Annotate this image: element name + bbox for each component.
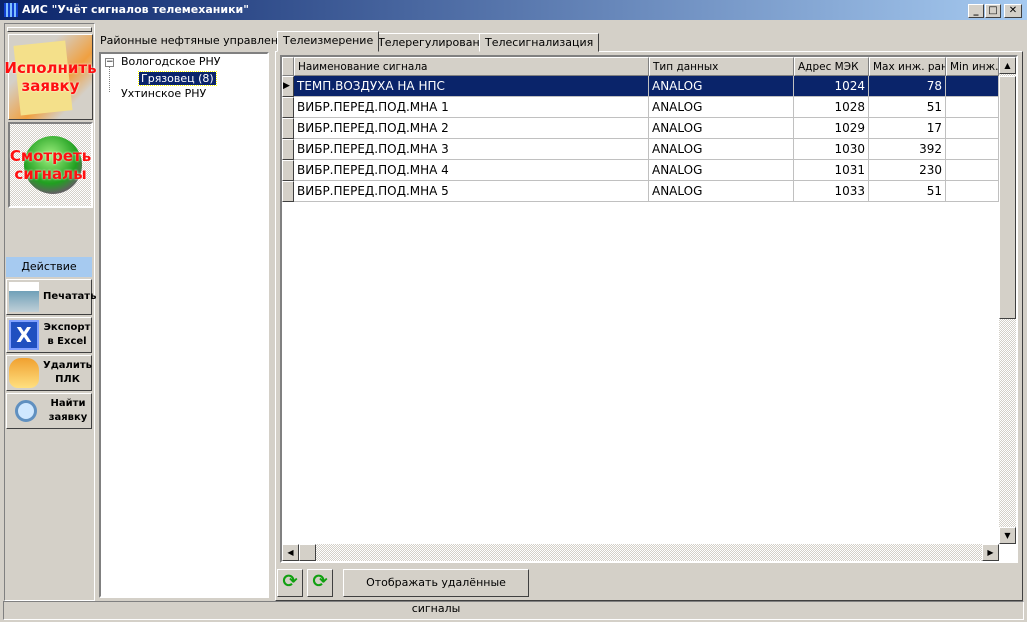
bucket-icon xyxy=(9,358,39,388)
table-cell[interactable]: ВИБР.ПЕРЕД.ПОД.МНА 5 xyxy=(294,181,649,202)
table-cell[interactable]: 1024 xyxy=(794,76,869,97)
export-excel-button[interactable]: X Экспорт в Excel xyxy=(6,317,92,353)
show-deleted-button[interactable]: Отображать удалённые сигналы xyxy=(343,569,529,615)
tab-telemetry[interactable]: Телеизмерение xyxy=(277,31,380,52)
table-cell[interactable]: 1029 xyxy=(794,118,869,139)
table-cell[interactable]: 1031 xyxy=(794,160,869,181)
table-cell[interactable] xyxy=(946,97,999,118)
excel-icon: X xyxy=(9,320,39,350)
printer-icon xyxy=(9,282,39,312)
signals-grid[interactable]: Наименование сигнала Тип данных Адрес МЭК M… xyxy=(280,55,1018,563)
table-cell[interactable]: 1028 xyxy=(794,97,869,118)
column-header[interactable]: Min инж. р xyxy=(946,57,999,76)
magnifier-icon xyxy=(15,400,37,422)
table-cell[interactable]: ANALOG xyxy=(649,160,794,181)
table-cell[interactable]: 230 xyxy=(869,160,946,181)
action-header: Действие xyxy=(6,257,92,277)
hscroll-thumb[interactable] xyxy=(299,544,316,561)
table-cell[interactable] xyxy=(946,139,999,160)
column-header[interactable]: Наименование сигнала xyxy=(294,57,649,76)
region-tree[interactable]: − Вологодское РНУ Грязовец (8) Ухтинское… xyxy=(99,52,269,598)
table-cell[interactable]: 1033 xyxy=(794,181,869,202)
tree-node[interactable]: Вологодское РНУ xyxy=(121,55,220,68)
row-indicator[interactable] xyxy=(282,97,294,118)
app-icon xyxy=(4,3,18,17)
table-cell[interactable]: 51 xyxy=(869,97,946,118)
table-cell[interactable]: 51 xyxy=(869,181,946,202)
refresh-icon: ⟳ xyxy=(312,571,328,592)
delete-plc-button[interactable]: Удалить ПЛК xyxy=(6,355,92,391)
row-indicator[interactable] xyxy=(282,160,294,181)
table-cell[interactable]: ANALOG xyxy=(649,97,794,118)
table-cell[interactable]: ТЕМП.ВОЗДУХА НА НПС xyxy=(294,76,649,97)
status-bar xyxy=(3,601,1024,620)
table-row[interactable]: ВИБР.ПЕРЕД.ПОД.МНА 1 ANALOG 1028 51 xyxy=(282,97,999,118)
find-request-button[interactable]: Найти заявку xyxy=(6,393,92,429)
table-cell[interactable]: ANALOG xyxy=(649,181,794,202)
table-cell[interactable] xyxy=(946,181,999,202)
tree-node[interactable]: Ухтинское РНУ xyxy=(121,87,206,100)
minimize-button[interactable]: _ xyxy=(968,4,984,18)
tree-label: Районные нефтяные управления xyxy=(100,34,292,47)
refresh-button[interactable]: ⟳ xyxy=(277,569,303,597)
column-header[interactable]: Адрес МЭК xyxy=(794,57,869,76)
row-indicator[interactable] xyxy=(282,181,294,202)
table-row[interactable]: ВИБР.ПЕРЕД.ПОД.МНА 3 ANALOG 1030 392 xyxy=(282,139,999,160)
scroll-thumb[interactable] xyxy=(999,76,1016,319)
close-button[interactable]: ✕ xyxy=(1004,4,1022,18)
collapse-icon[interactable]: − xyxy=(105,58,114,67)
find-label: Найти заявку xyxy=(48,398,88,423)
table-row[interactable]: ВИБР.ПЕРЕД.ПОД.МНА 4 ANALOG 1031 230 xyxy=(282,160,999,181)
horizontal-scrollbar[interactable]: ◀ ▶ xyxy=(282,544,999,561)
table-cell[interactable]: 17 xyxy=(869,118,946,139)
print-label: Печатать xyxy=(43,291,97,302)
vertical-scrollbar[interactable]: ▲ ▼ xyxy=(999,57,1016,544)
scroll-up-button[interactable]: ▲ xyxy=(999,57,1016,74)
refresh-icon: ⟳ xyxy=(282,571,298,592)
table-cell[interactable] xyxy=(946,160,999,181)
tab-telesignal[interactable]: Телесигнализация xyxy=(479,33,600,52)
table-cell[interactable]: 1030 xyxy=(794,139,869,160)
table-cell[interactable]: 392 xyxy=(869,139,946,160)
title-bar: АИС "Учёт сигналов телемеханики" xyxy=(0,0,1027,20)
table-cell[interactable] xyxy=(946,118,999,139)
column-header[interactable]: Max инж. ранг xyxy=(869,57,946,76)
table-cell[interactable]: ANALOG xyxy=(649,139,794,160)
delete-label: Удалить ПЛК xyxy=(43,360,92,385)
maximize-button[interactable]: □ xyxy=(985,4,1001,18)
table-row[interactable]: ВИБР.ПЕРЕД.ПОД.МНА 2 ANALOG 1029 17 xyxy=(282,118,999,139)
scroll-right-button[interactable]: ▶ xyxy=(982,544,999,561)
execute-request-button[interactable]: Исполнить заявку xyxy=(4,34,97,120)
table-cell[interactable] xyxy=(946,76,999,97)
row-indicator[interactable] xyxy=(282,139,294,160)
scroll-left-button[interactable]: ◀ xyxy=(282,544,299,561)
print-button[interactable]: Печатать xyxy=(6,279,96,315)
view-signals-button[interactable]: Смотреть сигналы xyxy=(8,122,93,208)
window-title: АИС "Учёт сигналов телемеханики" xyxy=(22,3,249,16)
column-header[interactable]: Тип данных xyxy=(649,57,794,76)
row-indicator[interactable] xyxy=(282,118,294,139)
tree-line xyxy=(109,67,110,92)
panel-grip xyxy=(7,27,92,32)
table-row[interactable]: ▶ ТЕМП.ВОЗДУХА НА НПС ANALOG 1024 78 xyxy=(282,76,999,97)
table-cell[interactable]: ВИБР.ПЕРЕД.ПОД.МНА 1 xyxy=(294,97,649,118)
export-label: Экспорт в Excel xyxy=(43,322,91,347)
table-cell[interactable]: ANALOG xyxy=(649,118,794,139)
table-cell[interactable]: 78 xyxy=(869,76,946,97)
table-cell[interactable]: ANALOG xyxy=(649,76,794,97)
row-header-corner xyxy=(282,57,294,76)
table-cell[interactable]: ВИБР.ПЕРЕД.ПОД.МНА 3 xyxy=(294,139,649,160)
refresh-all-button[interactable]: ⟳ xyxy=(307,569,333,597)
table-cell[interactable]: ВИБР.ПЕРЕД.ПОД.МНА 4 xyxy=(294,160,649,181)
row-indicator[interactable]: ▶ xyxy=(282,76,294,97)
scroll-down-button[interactable]: ▼ xyxy=(999,527,1016,544)
view-label: Смотреть сигналы xyxy=(9,147,92,183)
table-cell[interactable]: ВИБР.ПЕРЕД.ПОД.МНА 2 xyxy=(294,118,649,139)
execute-label: Исполнить заявку xyxy=(4,59,97,95)
tree-node-selected[interactable]: Грязовец (8) xyxy=(138,71,217,86)
table-row[interactable]: ВИБР.ПЕРЕД.ПОД.МНА 5 ANALOG 1033 51 xyxy=(282,181,999,202)
